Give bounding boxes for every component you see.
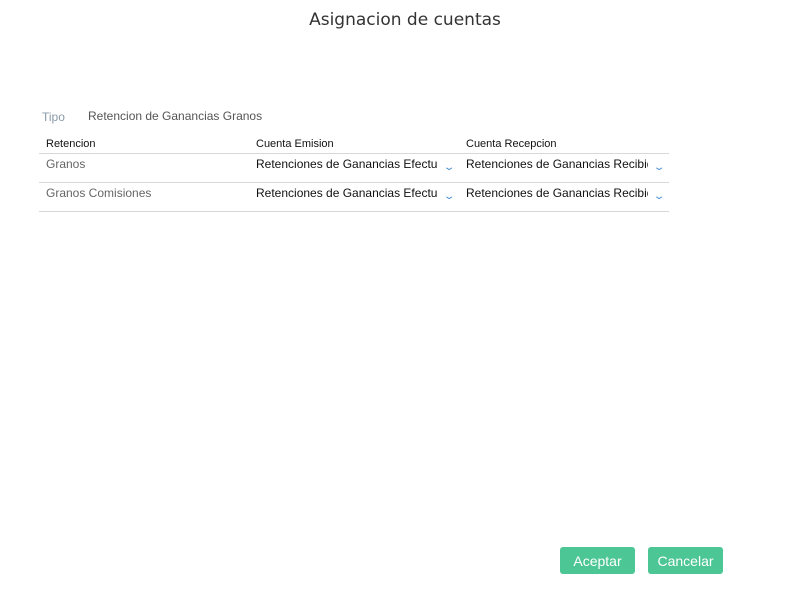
chevron-down-icon[interactable]: ⌄ (443, 191, 456, 202)
header-cuenta-emision: Cuenta Emision (256, 138, 334, 150)
chevron-down-icon[interactable]: ⌄ (443, 162, 456, 173)
tipo-value: Retencion de Ganancias Granos (88, 109, 263, 123)
chevron-down-icon[interactable]: ⌄ (653, 191, 666, 202)
cuenta-emision-select[interactable]: Retenciones de Ganancias Efectuadas ⌄ (249, 154, 459, 182)
header-cuenta-recepcion: Cuenta Recepcion (466, 138, 557, 150)
table-row: Granos Retenciones de Ganancias Efectuad… (39, 154, 669, 183)
tipo-label: Tipo (42, 110, 65, 124)
select-value: Retenciones de Ganancias Efectuadas (256, 157, 438, 171)
select-value: Retenciones de Ganancias Recibidas (466, 186, 648, 200)
retencion-cell: Granos Comisiones (46, 186, 152, 200)
cuenta-recepcion-select[interactable]: Retenciones de Ganancias Recibidas ⌄ (459, 183, 669, 211)
accept-button[interactable]: Aceptar (560, 547, 635, 574)
cuenta-emision-select[interactable]: Retenciones de Ganancias Efectuadas ⌄ (249, 183, 459, 211)
cuenta-recepcion-select[interactable]: Retenciones de Ganancias Recibidas ⌄ (459, 154, 669, 182)
cancel-button[interactable]: Cancelar (648, 547, 723, 574)
select-value: Retenciones de Ganancias Efectuadas (256, 186, 438, 200)
table-row: Granos Comisiones Retenciones de Gananci… (39, 183, 669, 212)
table-header: Retencion Cuenta Emision Cuenta Recepcio… (39, 138, 669, 154)
accounts-table: Retencion Cuenta Emision Cuenta Recepcio… (39, 138, 669, 212)
chevron-down-icon[interactable]: ⌄ (653, 162, 666, 173)
select-value: Retenciones de Ganancias Recibidas (466, 157, 648, 171)
header-retencion: Retencion (46, 138, 96, 150)
dialog-title: Asignacion de cuentas (309, 10, 501, 30)
retencion-cell: Granos (46, 157, 86, 171)
